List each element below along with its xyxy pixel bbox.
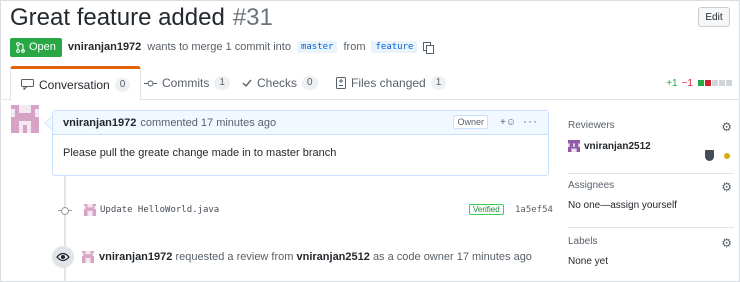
code-owner-shield-icon bbox=[705, 150, 714, 161]
pr-number: #31 bbox=[232, 4, 273, 31]
commit-icon bbox=[58, 206, 72, 216]
checks-icon bbox=[242, 79, 252, 87]
eye-icon bbox=[52, 246, 74, 268]
tab-count: 0 bbox=[302, 76, 318, 90]
pr-title: Great feature added bbox=[10, 4, 225, 31]
copy-icon[interactable] bbox=[423, 41, 435, 54]
commit-sha[interactable]: 1a5ef54 bbox=[515, 205, 553, 215]
additions-count: +1 bbox=[666, 78, 678, 89]
tab-label: Checks bbox=[257, 76, 298, 90]
labels-title[interactable]: Labels bbox=[568, 236, 734, 247]
pr-title-row: Great feature added #31 bbox=[10, 4, 273, 36]
event-text-1: requested a review from bbox=[175, 251, 294, 263]
gear-icon[interactable]: ⚙ bbox=[721, 236, 732, 250]
commit-icon bbox=[144, 80, 157, 86]
diffstat: +1 −1 bbox=[666, 78, 732, 89]
commit-message[interactable]: Update HelloWorld.java bbox=[100, 205, 219, 215]
comment-body: Please pull the greate change made in to… bbox=[63, 147, 337, 159]
commit-item: Update HelloWorld.java Verified 1a5ef54 bbox=[56, 203, 553, 219]
author-link[interactable]: vniranjan1972 bbox=[68, 41, 141, 53]
comment-pointer-inner bbox=[45, 117, 52, 129]
deletions-count: −1 bbox=[681, 78, 693, 89]
tab-count: 1 bbox=[430, 76, 447, 90]
review-event-text: vniranjan1972 requested a review from vn… bbox=[99, 251, 532, 263]
labels-value: None yet bbox=[568, 256, 609, 267]
comment-author[interactable]: vniranjan1972 bbox=[63, 117, 136, 129]
tab-commits[interactable]: Commits 1 bbox=[134, 66, 240, 100]
tab-count: 1 bbox=[214, 76, 230, 90]
state-badge: Open bbox=[10, 37, 62, 57]
more-options-icon[interactable]: ··· bbox=[523, 114, 538, 128]
file-diff-icon bbox=[336, 77, 346, 89]
divider bbox=[568, 227, 734, 228]
comment-icon bbox=[21, 79, 34, 90]
avatar[interactable] bbox=[11, 105, 39, 133]
avatar[interactable] bbox=[568, 140, 580, 152]
pull-request-icon bbox=[16, 41, 25, 53]
assignees-title[interactable]: Assignees bbox=[568, 180, 734, 191]
tab-label: Conversation bbox=[39, 77, 110, 92]
labels-section: Labels ⚙ None yet bbox=[568, 236, 734, 267]
pr-meta: Open vniranjan1972 wants to merge 1 comm… bbox=[10, 37, 435, 57]
owner-badge: Owner bbox=[453, 115, 488, 129]
pending-status-icon bbox=[724, 153, 730, 159]
comment-time[interactable]: commented 17 minutes ago bbox=[140, 117, 276, 129]
gear-icon[interactable]: ⚙ bbox=[721, 180, 732, 194]
avatar[interactable] bbox=[82, 251, 94, 263]
head-branch[interactable]: feature bbox=[371, 41, 418, 53]
event-reviewer[interactable]: vniranjan2512 bbox=[297, 251, 370, 263]
event-text-2: as a code owner 17 minutes ago bbox=[372, 251, 532, 263]
tab-count: 0 bbox=[114, 77, 131, 92]
reviewers-title[interactable]: Reviewers bbox=[568, 120, 734, 131]
comment-box: vniranjan1972 commented 17 minutes ago O… bbox=[52, 110, 549, 176]
from-text: from bbox=[343, 41, 366, 53]
merge-text: wants to merge 1 commit into bbox=[147, 41, 291, 53]
verified-badge[interactable]: Verified bbox=[469, 204, 504, 215]
assignees-value[interactable]: No one—assign yourself bbox=[568, 200, 734, 211]
reviewer-name[interactable]: vniranjan2512 bbox=[584, 141, 651, 152]
event-actor[interactable]: vniranjan1972 bbox=[99, 251, 172, 263]
divider bbox=[568, 173, 734, 174]
assignees-section: Assignees ⚙ No one—assign yourself bbox=[568, 180, 734, 211]
tab-label: Files changed bbox=[351, 76, 426, 90]
tab-checks[interactable]: Checks 0 bbox=[232, 66, 328, 100]
gear-icon[interactable]: ⚙ bbox=[721, 120, 732, 134]
tab-files-changed[interactable]: Files changed 1 bbox=[326, 66, 456, 100]
review-request-event: vniranjan1972 requested a review from vn… bbox=[52, 246, 532, 268]
tab-conversation[interactable]: Conversation 0 bbox=[10, 66, 142, 101]
comment-header: vniranjan1972 commented 17 minutes ago O… bbox=[53, 111, 548, 135]
pr-tabs: Conversation 0 Commits 1 Checks 0 Files … bbox=[0, 66, 740, 101]
base-branch[interactable]: master bbox=[296, 41, 338, 53]
tab-label: Commits bbox=[162, 76, 210, 90]
edit-button[interactable]: Edit bbox=[698, 7, 730, 27]
avatar[interactable] bbox=[84, 204, 96, 216]
reviewers-section: Reviewers ⚙ vniranjan2512 bbox=[568, 120, 734, 161]
add-reaction-icon[interactable]: +☺ bbox=[500, 117, 516, 128]
state-label: Open bbox=[29, 41, 56, 53]
diffstat-blocks bbox=[697, 78, 732, 89]
